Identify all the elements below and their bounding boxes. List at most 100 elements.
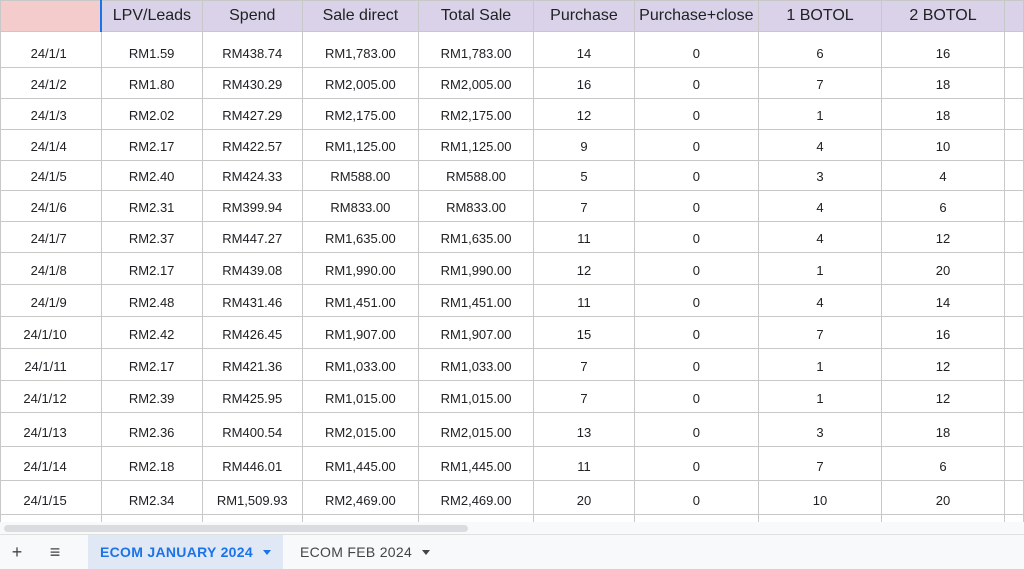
data-cell[interactable]: RM833.00 [301, 190, 419, 222]
chevron-down-icon[interactable] [422, 549, 431, 555]
data-cell[interactable]: 20 [881, 252, 1005, 285]
data-cell[interactable]: RM2.40 [100, 160, 203, 191]
data-cell[interactable]: 10 [758, 480, 883, 515]
data-cell[interactable]: 14 [533, 31, 635, 68]
date-cell[interactable]: 24/1/13 [0, 412, 102, 447]
date-cell[interactable]: 24/1/6 [0, 190, 102, 222]
date-cell[interactable]: 24/1/4 [0, 129, 102, 161]
date-cell[interactable]: 24/1/14 [0, 446, 102, 481]
data-cell[interactable]: RM1,451.00 [417, 284, 535, 317]
data-cell[interactable]: RM426.45 [201, 316, 303, 349]
data-cell[interactable] [1003, 446, 1024, 481]
all-sheets-menu-icon[interactable]: ≡ [38, 535, 72, 569]
data-cell[interactable]: RM1,990.00 [301, 252, 419, 285]
data-cell[interactable] [301, 514, 419, 522]
data-cell[interactable]: RM1.59 [100, 31, 203, 68]
data-cell[interactable]: 16 [881, 316, 1005, 349]
data-cell[interactable]: RM446.01 [201, 446, 303, 481]
data-cell[interactable] [1003, 67, 1024, 99]
data-cell[interactable]: 0 [633, 380, 760, 413]
data-cell[interactable]: 18 [881, 98, 1005, 130]
data-cell[interactable] [1003, 98, 1024, 130]
data-cell[interactable]: 15 [533, 316, 635, 349]
data-cell[interactable]: 0 [633, 129, 760, 161]
header-cell[interactable]: 1 BOTOL [758, 0, 883, 32]
data-cell[interactable]: 7 [533, 380, 635, 413]
data-cell[interactable] [1003, 284, 1024, 317]
data-cell[interactable]: 0 [633, 348, 760, 381]
data-cell[interactable] [1003, 412, 1024, 447]
data-cell[interactable]: RM1,509.93 [201, 480, 303, 515]
data-cell[interactable]: 4 [758, 129, 883, 161]
data-cell[interactable]: RM2.18 [100, 446, 203, 481]
data-cell[interactable]: 12 [881, 348, 1005, 381]
data-cell[interactable] [1003, 31, 1024, 68]
data-cell[interactable]: 20 [881, 480, 1005, 515]
data-cell[interactable]: 20 [533, 480, 635, 515]
data-cell[interactable]: RM2.36 [100, 412, 203, 447]
header-cell[interactable]: Purchase+close [633, 0, 760, 32]
data-cell[interactable] [881, 514, 1005, 522]
data-cell[interactable]: RM2.02 [100, 98, 203, 130]
data-cell[interactable]: RM1,033.00 [417, 348, 535, 381]
data-cell[interactable] [201, 514, 303, 522]
date-cell[interactable]: 24/1/1 [0, 31, 102, 68]
data-cell[interactable]: 7 [758, 446, 883, 481]
data-cell[interactable]: RM1,635.00 [417, 221, 535, 253]
data-cell[interactable]: 12 [533, 98, 635, 130]
data-cell[interactable]: RM2,469.00 [301, 480, 419, 515]
data-cell[interactable]: 16 [881, 31, 1005, 68]
data-cell[interactable]: 0 [633, 284, 760, 317]
data-cell[interactable]: 4 [881, 160, 1005, 191]
date-cell[interactable]: 24/1/2 [0, 67, 102, 99]
spreadsheet-grid[interactable]: LPV/Leads Spend Sale direct Total Sale P… [0, 0, 1024, 522]
data-cell[interactable]: 1 [758, 380, 883, 413]
data-cell[interactable]: 12 [881, 221, 1005, 253]
data-cell[interactable]: 3 [758, 412, 883, 447]
data-cell[interactable] [1003, 160, 1024, 191]
data-cell[interactable]: 0 [633, 221, 760, 253]
data-cell[interactable]: RM1,451.00 [301, 284, 419, 317]
header-cell[interactable] [1003, 0, 1024, 32]
scrollbar-thumb[interactable] [4, 525, 468, 532]
data-cell[interactable] [417, 514, 535, 522]
data-cell[interactable]: 7 [758, 67, 883, 99]
date-cell[interactable]: 24/1/7 [0, 221, 102, 253]
data-cell[interactable]: 13 [533, 412, 635, 447]
data-cell[interactable]: RM447.27 [201, 221, 303, 253]
data-cell[interactable]: 12 [533, 252, 635, 285]
add-sheet-icon[interactable]: + [0, 535, 34, 569]
data-cell[interactable] [1003, 252, 1024, 285]
data-cell[interactable]: 7 [758, 316, 883, 349]
data-cell[interactable]: 4 [758, 190, 883, 222]
header-cell[interactable]: Total Sale [417, 0, 535, 32]
data-cell[interactable] [758, 514, 883, 522]
header-cell[interactable]: 2 BOTOL [881, 0, 1005, 32]
data-cell[interactable]: 0 [633, 98, 760, 130]
header-cell[interactable]: LPV/Leads [100, 0, 203, 32]
data-cell[interactable]: 0 [633, 252, 760, 285]
data-cell[interactable]: 0 [633, 446, 760, 481]
data-cell[interactable] [1003, 129, 1024, 161]
data-cell[interactable]: RM1,907.00 [417, 316, 535, 349]
data-cell[interactable]: 6 [881, 446, 1005, 481]
data-cell[interactable]: RM2.17 [100, 129, 203, 161]
data-cell[interactable]: RM427.29 [201, 98, 303, 130]
data-cell[interactable]: RM2,175.00 [417, 98, 535, 130]
data-cell[interactable]: RM438.74 [201, 31, 303, 68]
data-cell[interactable]: RM2.37 [100, 221, 203, 253]
data-cell[interactable] [1003, 221, 1024, 253]
data-cell[interactable] [1003, 480, 1024, 515]
data-cell[interactable]: 18 [881, 67, 1005, 99]
data-cell[interactable]: RM1,015.00 [301, 380, 419, 413]
date-cell[interactable]: 24/1/5 [0, 160, 102, 191]
date-cell[interactable]: 24/1/15 [0, 480, 102, 515]
data-cell[interactable]: RM425.95 [201, 380, 303, 413]
data-cell[interactable]: RM439.08 [201, 252, 303, 285]
data-cell[interactable]: 0 [633, 67, 760, 99]
data-cell[interactable]: RM399.94 [201, 190, 303, 222]
data-cell[interactable]: 0 [633, 160, 760, 191]
data-cell[interactable]: RM2,175.00 [301, 98, 419, 130]
date-cell[interactable]: 24/1/12 [0, 380, 102, 413]
data-cell[interactable]: RM1,635.00 [301, 221, 419, 253]
